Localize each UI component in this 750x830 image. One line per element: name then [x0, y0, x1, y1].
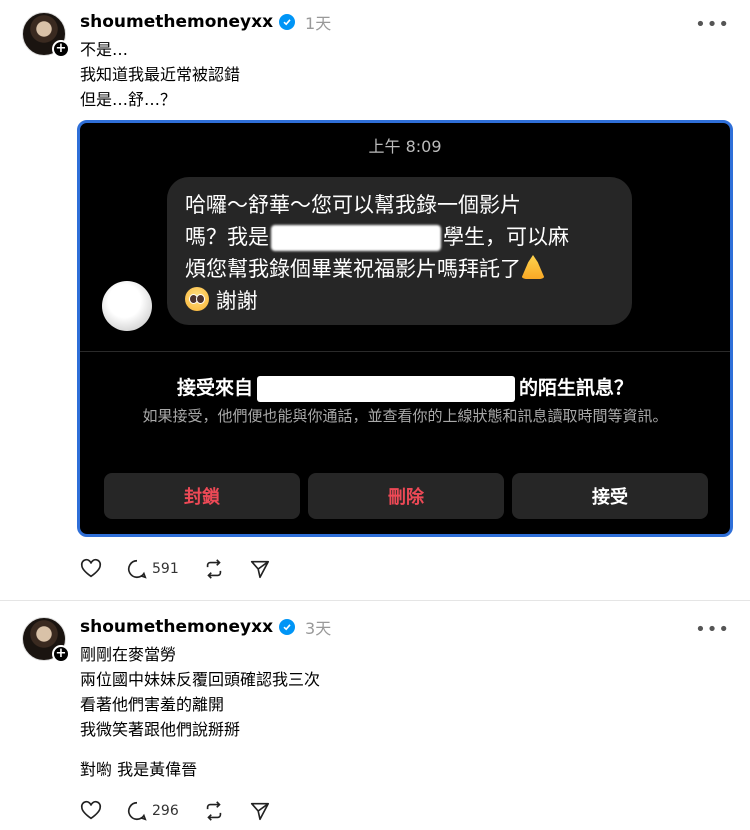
message-bubble: 哈囉～舒華～您可以幫我錄一個影片 嗎？我是 學生，可以麻 煩您幫我錄個畢業祝福影片…: [167, 177, 632, 325]
follow-plus-icon[interactable]: +: [52, 645, 70, 663]
like-button[interactable]: [80, 800, 102, 822]
share-button[interactable]: [249, 800, 271, 822]
post-time: 3天: [305, 619, 332, 638]
reply-count: 591: [152, 561, 179, 577]
avatar[interactable]: +: [22, 617, 70, 663]
pleading-face-emoji-icon: [185, 287, 209, 311]
username[interactable]: shoumethemoneyxx: [80, 12, 273, 32]
block-button: 封鎖: [104, 473, 300, 519]
heart-icon: [80, 558, 102, 578]
post-line: 不是…: [80, 40, 129, 59]
follow-plus-icon[interactable]: +: [52, 40, 70, 58]
post-line: 但是…舒…？: [80, 90, 177, 109]
more-options-icon[interactable]: •••: [695, 14, 730, 35]
verified-badge-icon: [279, 14, 296, 30]
accept-button: 接受: [512, 473, 708, 519]
send-icon: [250, 560, 269, 579]
repost-icon: [206, 559, 221, 579]
post-header: shoumethemoneyxx 3天: [80, 615, 331, 639]
thread-post: + shoumethemoneyxx 3天 ••• 剛剛在麥當勞 兩位國中妹妹反…: [0, 605, 750, 830]
repost-button[interactable]: [203, 558, 225, 580]
thread-post: + shoumethemoneyxx 1天 ••• 不是… 我知道我最近常被認錯…: [0, 0, 750, 600]
username[interactable]: shoumethemoneyxx: [80, 617, 273, 637]
redacted-name: [257, 375, 515, 402]
message-timestamp: 上午 8:09: [368, 137, 442, 156]
sender-avatar: [102, 281, 152, 331]
more-options-icon[interactable]: •••: [695, 619, 730, 640]
verified-badge-icon: [279, 619, 296, 635]
message-line: 煩您幫我錄個畢業祝福影片嗎拜託了: [185, 253, 614, 285]
post-line: 剛剛在麥當勞: [80, 645, 177, 664]
post-line: 我知道我最近常被認錯: [80, 65, 241, 84]
redacted-name: [271, 225, 441, 251]
post-separator: [0, 600, 750, 601]
message-line: 嗎？我是 學生，可以麻: [185, 225, 569, 251]
repost-icon: [206, 801, 221, 821]
heart-icon: [80, 800, 102, 820]
attached-screenshot[interactable]: 上午 8:09 哈囉～舒華～您可以幫我錄一個影片 嗎？我是 學生，可以麻 煩您幫我…: [77, 120, 733, 537]
comment-icon: [127, 801, 147, 821]
praying-hands-emoji-icon: [521, 255, 545, 279]
post-line: 我微笑著跟他們說掰掰: [80, 720, 241, 739]
post-header: shoumethemoneyxx 1天: [80, 10, 331, 34]
reply-button[interactable]: 296: [126, 800, 179, 822]
reply-count: 296: [152, 803, 179, 819]
message-line: 哈囉～舒華～您可以幫我錄一個影片: [185, 193, 521, 217]
post-time: 1天: [305, 14, 332, 33]
divider: [80, 351, 730, 352]
post-line: 兩位國中妹妹反覆回頭確認我三次: [80, 670, 321, 689]
reply-button[interactable]: 591: [126, 558, 179, 580]
like-button[interactable]: [80, 558, 102, 580]
post-actions: 591: [80, 558, 271, 580]
comment-icon: [127, 559, 147, 579]
post-text: 不是… 我知道我最近常被認錯 但是…舒…？: [80, 37, 240, 112]
avatar[interactable]: +: [22, 12, 70, 58]
post-line: 對喲 我是黃偉晉: [80, 760, 198, 779]
repost-button[interactable]: [203, 800, 225, 822]
request-description: 如果接受，他們便也能與你通話，並查看你的上線狀態和訊息讀取時間等資訊。: [142, 407, 668, 425]
post-actions: 296: [80, 800, 271, 822]
post-line: 看著他們害羞的離開: [80, 695, 225, 714]
post-text: 剛剛在麥當勞 兩位國中妹妹反覆回頭確認我三次 看著他們害羞的離開 我微笑著跟他們…: [80, 642, 320, 782]
delete-button: 刪除: [308, 473, 504, 519]
message-line: 謝謝: [185, 285, 614, 317]
request-actions: 封鎖 刪除 接受: [104, 473, 708, 519]
request-title: 接受來自 的陌生訊息？: [80, 373, 730, 402]
share-button[interactable]: [249, 558, 271, 580]
send-icon: [250, 802, 269, 821]
